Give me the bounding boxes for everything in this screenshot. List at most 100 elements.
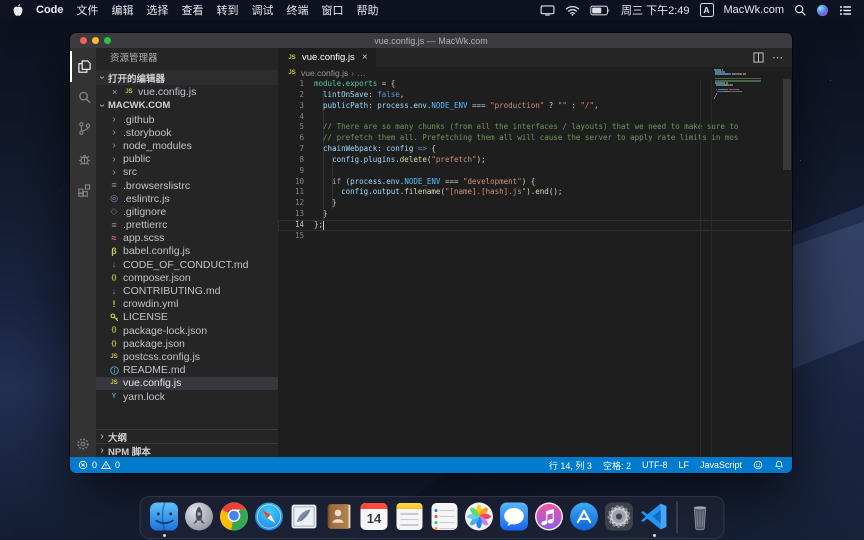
dock-appstore-icon[interactable]: [568, 500, 601, 533]
dock-vscode-icon[interactable]: [638, 500, 671, 533]
eol-sequence[interactable]: LF: [678, 460, 689, 470]
line-number[interactable]: 10: [278, 177, 304, 188]
tree-item-composer.json[interactable]: {}composer.json: [96, 271, 278, 284]
indentation[interactable]: 空格: 2: [603, 459, 631, 472]
dock-chrome-icon[interactable]: [218, 500, 251, 533]
control-center-icon[interactable]: [839, 5, 852, 16]
display-icon[interactable]: [540, 5, 555, 16]
menu-item[interactable]: 查看: [182, 5, 204, 17]
close-window-button[interactable]: [80, 37, 87, 44]
siri-icon[interactable]: [816, 4, 829, 17]
tab-vue-config-js[interactable]: JS vue.config.js ×: [278, 48, 376, 67]
tree-item-yarn.lock[interactable]: Yyarn.lock: [96, 390, 278, 403]
tree-item-.eslintrc.js[interactable]: ◎.eslintrc.js: [96, 192, 278, 205]
open-editor-vue.config.js[interactable]: ×JSvue.config.js: [96, 85, 278, 98]
line-number[interactable]: 4: [278, 112, 304, 123]
line-number[interactable]: 12: [278, 198, 304, 209]
notifications-bell-icon[interactable]: [774, 460, 784, 470]
activity-source-control-icon[interactable]: [70, 113, 96, 144]
line-number[interactable]: 3: [278, 101, 304, 112]
minimize-window-button[interactable]: [92, 37, 99, 44]
code-line-12[interactable]: 12 }: [278, 198, 792, 209]
project-root-header[interactable]: › MACWK.COM: [96, 98, 278, 113]
activity-extensions-icon[interactable]: [70, 175, 96, 206]
tree-item-app.scss[interactable]: ≈app.scss: [96, 232, 278, 245]
menu-item[interactable]: 选择: [147, 5, 169, 17]
activity-debug-icon[interactable]: [70, 144, 96, 175]
breadcrumb-file[interactable]: vue.config.js: [301, 68, 348, 78]
zoom-window-button[interactable]: [104, 37, 111, 44]
tree-item-node_modules[interactable]: ›node_modules: [96, 139, 278, 152]
dock-contacts-icon[interactable]: [323, 500, 356, 533]
spotlight-search-icon[interactable]: [794, 4, 806, 16]
settings-gear-icon[interactable]: [70, 437, 96, 451]
sidebar-section-NPM 脚本[interactable]: ›NPM 脚本: [96, 443, 278, 457]
tree-item-LICENSE[interactable]: LICENSE: [96, 311, 278, 324]
menu-item[interactable]: 文件: [77, 5, 99, 17]
more-actions-icon[interactable]: ⋯: [772, 55, 783, 61]
dock-itunes-icon[interactable]: [533, 500, 566, 533]
tree-item-vue.config.js[interactable]: JSvue.config.js: [96, 377, 278, 390]
apple-menu-icon[interactable]: [12, 3, 24, 17]
code-line-10[interactable]: 10 if (process.env.NODE_ENV === "develop…: [278, 177, 792, 188]
menubar-brand[interactable]: MacWk.com: [724, 4, 785, 16]
code-line-14[interactable]: 14};: [278, 220, 792, 231]
menu-item[interactable]: 窗口: [322, 5, 344, 17]
tree-item-package.json[interactable]: {}package.json: [96, 337, 278, 350]
language-mode[interactable]: JavaScript: [700, 460, 742, 470]
close-editor-icon[interactable]: ×: [112, 87, 123, 97]
code-line-5[interactable]: 5 // There are so many chunks (from all …: [278, 122, 792, 133]
line-number[interactable]: 11: [278, 187, 304, 198]
input-source-badge[interactable]: A: [700, 3, 714, 17]
code-line-6[interactable]: 6 // prefetch them all. Prefetching them…: [278, 133, 792, 144]
dock-notes-icon[interactable]: [393, 500, 426, 533]
menu-item[interactable]: 终端: [287, 5, 309, 17]
line-number[interactable]: 7: [278, 144, 304, 155]
tree-item-CODE_OF_CONDUCT.md[interactable]: ↓CODE_OF_CONDUCT.md: [96, 258, 278, 271]
code-line-15[interactable]: 15: [278, 231, 792, 242]
line-number[interactable]: 13: [278, 209, 304, 220]
code-line-4[interactable]: 4: [278, 112, 792, 123]
dock-reminders-icon[interactable]: [428, 500, 461, 533]
tree-item-babel.config.js[interactable]: βbabel.config.js: [96, 245, 278, 258]
line-number[interactable]: 2: [278, 90, 304, 101]
line-number[interactable]: 15: [278, 231, 304, 242]
app-menu-title[interactable]: Code: [36, 4, 64, 16]
dock-system-preferences-icon[interactable]: [603, 500, 636, 533]
tree-item-package-lock.json[interactable]: {}package-lock.json: [96, 324, 278, 337]
activity-search-icon[interactable]: [70, 82, 96, 113]
close-tab-icon[interactable]: ×: [362, 52, 368, 63]
feedback-smiley-icon[interactable]: [753, 460, 763, 470]
tree-item-.browserslistrc[interactable]: ≡.browserslistrc: [96, 179, 278, 192]
errors-count[interactable]: 0: [92, 460, 97, 470]
editor-scrollbar[interactable]: [783, 79, 791, 170]
dock-launchpad-icon[interactable]: [183, 500, 216, 533]
tree-item-src[interactable]: ›src: [96, 166, 278, 179]
line-number[interactable]: 6: [278, 133, 304, 144]
window-titlebar[interactable]: vue.config.js — MacWk.com: [70, 33, 792, 48]
cursor-position[interactable]: 行 14, 列 3: [549, 459, 592, 472]
dock-safari-icon[interactable]: [253, 500, 286, 533]
errors-icon[interactable]: [78, 460, 88, 470]
split-editor-icon[interactable]: [753, 52, 764, 63]
code-editor[interactable]: 1module.exports = {2 lintOnSave: false,3…: [278, 79, 792, 457]
tree-item-public[interactable]: ›public: [96, 153, 278, 166]
battery-icon[interactable]: [590, 5, 611, 16]
dock-messages-icon[interactable]: [498, 500, 531, 533]
tree-item-.gitignore[interactable]: ◇.gitignore: [96, 205, 278, 218]
wifi-icon[interactable]: [565, 5, 580, 16]
code-line-9[interactable]: 9: [278, 166, 792, 177]
dock-trash-icon[interactable]: [684, 500, 717, 533]
line-number[interactable]: 9: [278, 166, 304, 177]
menu-item[interactable]: 编辑: [112, 5, 134, 17]
dock-calendar-icon[interactable]: 14: [358, 500, 391, 533]
warnings-count[interactable]: 0: [115, 460, 120, 470]
line-number[interactable]: 14: [278, 220, 304, 231]
minimap[interactable]: [714, 69, 770, 102]
code-line-8[interactable]: 8 config.plugins.delete("prefetch");: [278, 155, 792, 166]
menu-item[interactable]: 帮助: [357, 5, 379, 17]
tree-item-.prettierrc[interactable]: ≡.prettierrc: [96, 219, 278, 232]
activity-explorer-icon[interactable]: [70, 51, 96, 82]
tree-item-.github[interactable]: ›.github: [96, 113, 278, 126]
open-editors-header[interactable]: › 打开的编辑器: [96, 70, 278, 85]
